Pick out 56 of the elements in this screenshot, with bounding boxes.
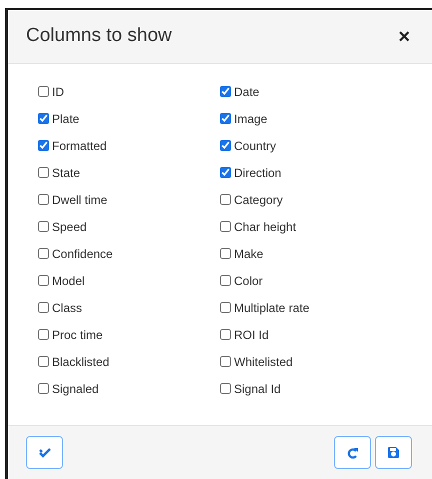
checkbox[interactable] [38, 275, 49, 286]
checkbox[interactable] [220, 194, 231, 205]
checkbox-label: Plate [52, 110, 80, 128]
checkbox-label: Confidence [52, 246, 113, 262]
checkbox-label: Blacklisted [52, 354, 110, 370]
checkbox-label: ROI Id [234, 326, 269, 344]
checkbox-label: Model [52, 272, 85, 290]
save-button[interactable] [375, 436, 412, 469]
close-button[interactable]: × [398, 26, 410, 46]
checkbox-label: ID [52, 84, 64, 100]
checkbox[interactable] [38, 302, 49, 313]
double-check-icon [38, 448, 50, 458]
checkbox[interactable] [38, 329, 49, 340]
checkbox-label: Class [52, 300, 82, 316]
checkbox-label: Char height [234, 218, 296, 236]
checkbox[interactable] [38, 140, 49, 151]
checkbox-label: Image [234, 110, 268, 128]
redo-icon [346, 446, 358, 458]
checkbox[interactable] [38, 113, 49, 124]
checkbox[interactable] [220, 86, 231, 97]
checkbox[interactable] [220, 329, 231, 340]
checkbox[interactable] [220, 167, 231, 178]
dialog-title: Columns to show [26, 24, 172, 48]
reset-button[interactable] [334, 436, 371, 469]
checkbox[interactable] [38, 167, 49, 178]
checkbox[interactable] [220, 248, 231, 259]
checkbox-label: Formatted [52, 138, 107, 154]
checkbox-label: Proc time [52, 326, 103, 344]
checkbox[interactable] [220, 356, 231, 367]
checkbox-label: Dwell time [52, 192, 108, 208]
checkbox-label: Multiplate rate [234, 300, 310, 316]
checkbox[interactable] [38, 356, 49, 367]
checkbox-label: Whitelisted [234, 354, 293, 370]
checkbox[interactable] [220, 383, 231, 394]
checkbox-label: Speed [52, 218, 87, 236]
checkbox-label: Signal Id [234, 380, 281, 398]
checkbox[interactable] [220, 140, 231, 151]
checkbox[interactable] [38, 194, 49, 205]
checkbox[interactable] [220, 275, 231, 286]
checkbox-label: Date [234, 84, 260, 100]
checkbox-label: Color [234, 272, 263, 290]
checkbox-label: State [52, 164, 80, 182]
checkbox-label: Category [234, 192, 283, 208]
checkbox[interactable] [38, 86, 49, 97]
checkbox[interactable] [38, 383, 49, 394]
save-icon [388, 447, 399, 458]
checkbox-label: Direction [234, 164, 282, 182]
checkbox[interactable] [38, 248, 49, 259]
checkbox-label: Make [234, 246, 264, 262]
checkbox[interactable] [220, 302, 231, 313]
checkbox-label: Signaled [52, 380, 99, 398]
checkbox[interactable] [220, 113, 231, 124]
checkbox[interactable] [220, 221, 231, 232]
checkbox[interactable] [38, 221, 49, 232]
checkbox-label: Country [234, 138, 276, 154]
check-all-button[interactable] [26, 436, 63, 469]
